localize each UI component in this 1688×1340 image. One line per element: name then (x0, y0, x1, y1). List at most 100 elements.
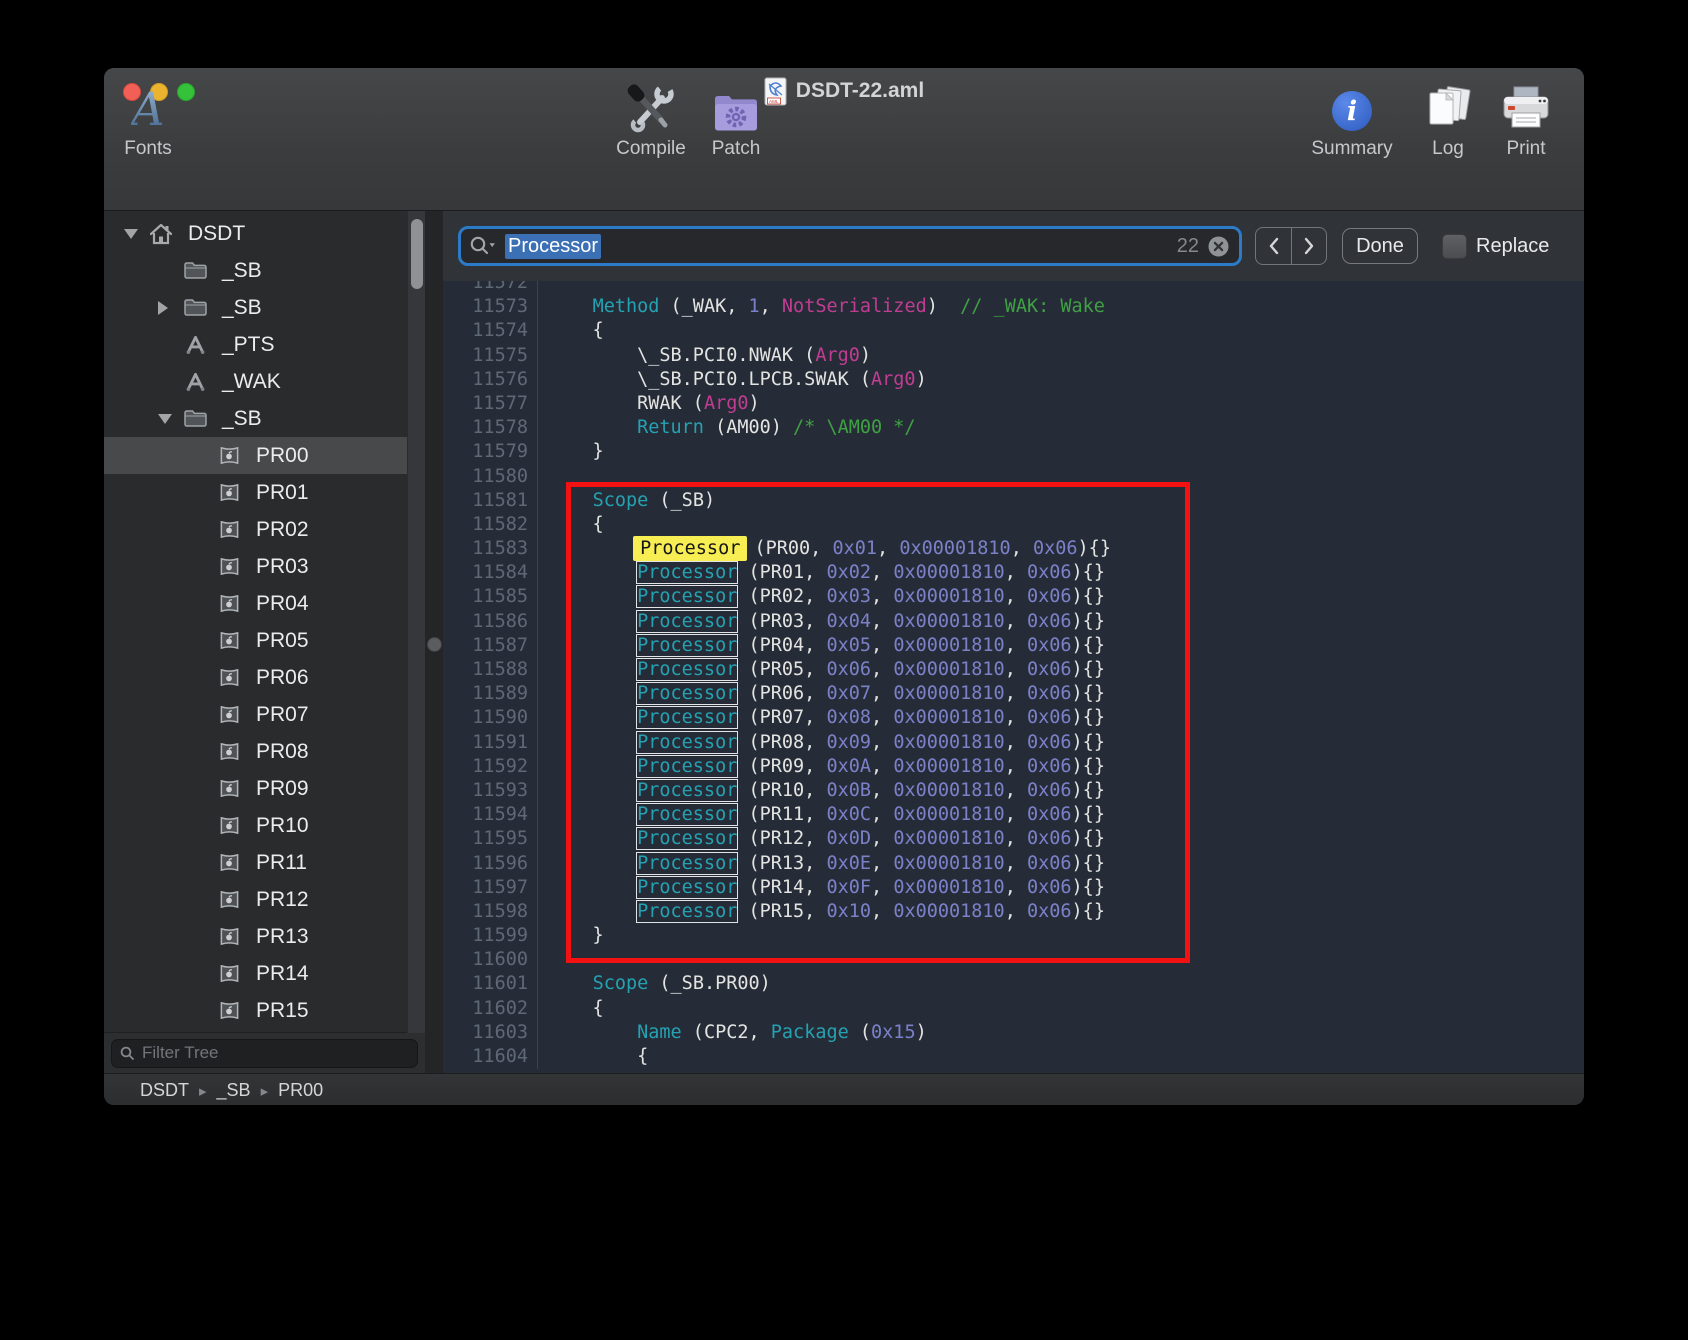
line-number: 11596 (443, 852, 538, 876)
tree-item-label: PR07 (256, 703, 309, 727)
path-bar: DSDT▸_SB▸PR00 (104, 1073, 1584, 1105)
chip-icon (216, 1000, 242, 1021)
split-divider-handle[interactable] (427, 637, 442, 652)
code-line: 11579 } (443, 440, 1584, 464)
chip-icon (216, 630, 242, 651)
tree-item-label: _SB (222, 259, 262, 283)
chip-icon (216, 741, 242, 762)
sidebar-item-pr07[interactable]: PR07 (104, 696, 425, 733)
sidebar-item-pr13[interactable]: PR13 (104, 918, 425, 955)
match-count: 22 (1177, 235, 1199, 258)
method-icon (182, 371, 208, 392)
code-line: 11603 Name (CPC2, Package (0x15) (443, 1021, 1584, 1045)
search-match-highlight: Processor (637, 562, 737, 583)
sidebar-item-_sb[interactable]: _SB (104, 289, 425, 326)
folder-icon (182, 297, 208, 318)
page-stack-icon (1422, 73, 1474, 135)
search-menu-icon[interactable] (469, 235, 497, 257)
code-line: 11589 Processor (PR06, 0x07, 0x00001810,… (443, 682, 1584, 706)
sidebar-item-_pts[interactable]: _PTS (104, 326, 425, 363)
sidebar-item-dsdt[interactable]: DSDT (104, 215, 425, 252)
breadcrumb-item-dsdt[interactable]: DSDT (140, 1080, 189, 1101)
done-button[interactable]: Done (1342, 228, 1418, 264)
line-number: 11573 (443, 295, 538, 319)
search-match-highlight: Processor (637, 828, 737, 849)
breadcrumb-separator: ▸ (199, 1082, 207, 1100)
toolbar-patch-button[interactable]: Patch (692, 73, 780, 160)
toolbar-log-button[interactable]: Log (1404, 73, 1492, 160)
toolbar-summary-button[interactable]: i Summary (1308, 73, 1396, 160)
find-previous-button[interactable] (1256, 228, 1291, 264)
code-pane: Processor 22 (443, 211, 1584, 1073)
search-match-highlight: Processor (637, 611, 737, 632)
sidebar-item-pr01[interactable]: PR01 (104, 474, 425, 511)
disclosure-down-icon[interactable] (158, 414, 182, 424)
sidebar-item-_sb[interactable]: _SB (104, 400, 425, 437)
filter-bar: Filter Tree (104, 1032, 425, 1073)
toolbar-print-button[interactable]: Print (1482, 73, 1570, 160)
code-line: 11600 (443, 948, 1584, 972)
disclosure-down-icon[interactable] (124, 229, 148, 239)
code-line: 11581 Scope (_SB) (443, 489, 1584, 513)
code-line: 11583 Processor (PR00, 0x01, 0x00001810,… (443, 537, 1584, 561)
code-line: 11592 Processor (PR09, 0x0A, 0x00001810,… (443, 755, 1584, 779)
code-editor[interactable]: 1157211573 Method (_WAK, 1, NotSerialize… (443, 281, 1584, 1073)
find-next-button[interactable] (1291, 228, 1326, 264)
sidebar-item-pr06[interactable]: PR06 (104, 659, 425, 696)
line-number: 11604 (443, 1045, 538, 1069)
line-number: 11576 (443, 368, 538, 392)
line-number: 11594 (443, 803, 538, 827)
code-line: 11576 \_SB.PCI0.LPCB.SWAK (Arg0) (443, 368, 1584, 392)
tree-item-label: PR01 (256, 481, 309, 505)
clear-search-icon[interactable] (1207, 235, 1230, 258)
chip-icon (216, 963, 242, 984)
code-line: 11584 Processor (PR01, 0x02, 0x00001810,… (443, 561, 1584, 585)
toolbar-compile-button[interactable]: Compile (607, 73, 695, 160)
tree-item-label: PR03 (256, 555, 309, 579)
sidebar-item-pr00[interactable]: PR00 (104, 437, 425, 474)
sidebar-item-pr08[interactable]: PR08 (104, 733, 425, 770)
breadcrumb-item-_sb[interactable]: _SB (217, 1080, 251, 1101)
sidebar-item-pr09[interactable]: PR09 (104, 770, 425, 807)
sidebar-scrollbar-track[interactable] (407, 211, 425, 1033)
code-line: 11593 Processor (PR10, 0x0B, 0x00001810,… (443, 779, 1584, 803)
code-line: 11573 Method (_WAK, 1, NotSerialized) //… (443, 295, 1584, 319)
toolbar-fonts-button[interactable]: A Fonts (104, 73, 192, 160)
sidebar-item-pr12[interactable]: PR12 (104, 881, 425, 918)
code-line: 11590 Processor (PR07, 0x08, 0x00001810,… (443, 706, 1584, 730)
code-line: 11575 \_SB.PCI0.NWAK (Arg0) (443, 344, 1584, 368)
sidebar-item-pr11[interactable]: PR11 (104, 844, 425, 881)
sidebar-item-pr10[interactable]: PR10 (104, 807, 425, 844)
chip-icon (216, 889, 242, 910)
line-number: 11579 (443, 440, 538, 464)
breadcrumb-item-pr00[interactable]: PR00 (278, 1080, 323, 1101)
line-number: 11585 (443, 585, 538, 609)
code-line: 11599 } (443, 924, 1584, 948)
search-match-highlight: Processor (637, 877, 737, 898)
replace-checkbox[interactable] (1442, 234, 1467, 259)
sidebar-item-pr14[interactable]: PR14 (104, 955, 425, 992)
sidebar-item-pr04[interactable]: PR04 (104, 585, 425, 622)
sidebar-item-pr15[interactable]: PR15 (104, 992, 425, 1029)
sidebar-item-pr02[interactable]: PR02 (104, 511, 425, 548)
disclosure-right-icon[interactable] (158, 301, 182, 315)
window-title: DSDT-22.aml (796, 79, 924, 103)
line-number: 11591 (443, 731, 538, 755)
chip-icon (216, 519, 242, 540)
sidebar-item-_sb[interactable]: _SB (104, 252, 425, 289)
line-number: 11602 (443, 997, 538, 1021)
search-input[interactable]: Processor 22 (458, 226, 1242, 266)
sidebar-tree[interactable]: DSDT_SB_SB_PTS_WAK_SBPR00PR01PR02PR03PR0… (104, 211, 425, 1032)
line-number: 11586 (443, 610, 538, 634)
split-divider[interactable] (425, 211, 443, 1073)
line-number: 11574 (443, 319, 538, 343)
line-number: 11600 (443, 948, 538, 972)
sidebar-item-_wak[interactable]: _WAK (104, 363, 425, 400)
line-number: 11582 (443, 513, 538, 537)
sidebar-item-pr03[interactable]: PR03 (104, 548, 425, 585)
chip-icon (216, 852, 242, 873)
chip-icon (216, 926, 242, 947)
filter-tree-input[interactable]: Filter Tree (111, 1039, 418, 1068)
sidebar-scrollbar-thumb[interactable] (411, 219, 423, 289)
sidebar-item-pr05[interactable]: PR05 (104, 622, 425, 659)
